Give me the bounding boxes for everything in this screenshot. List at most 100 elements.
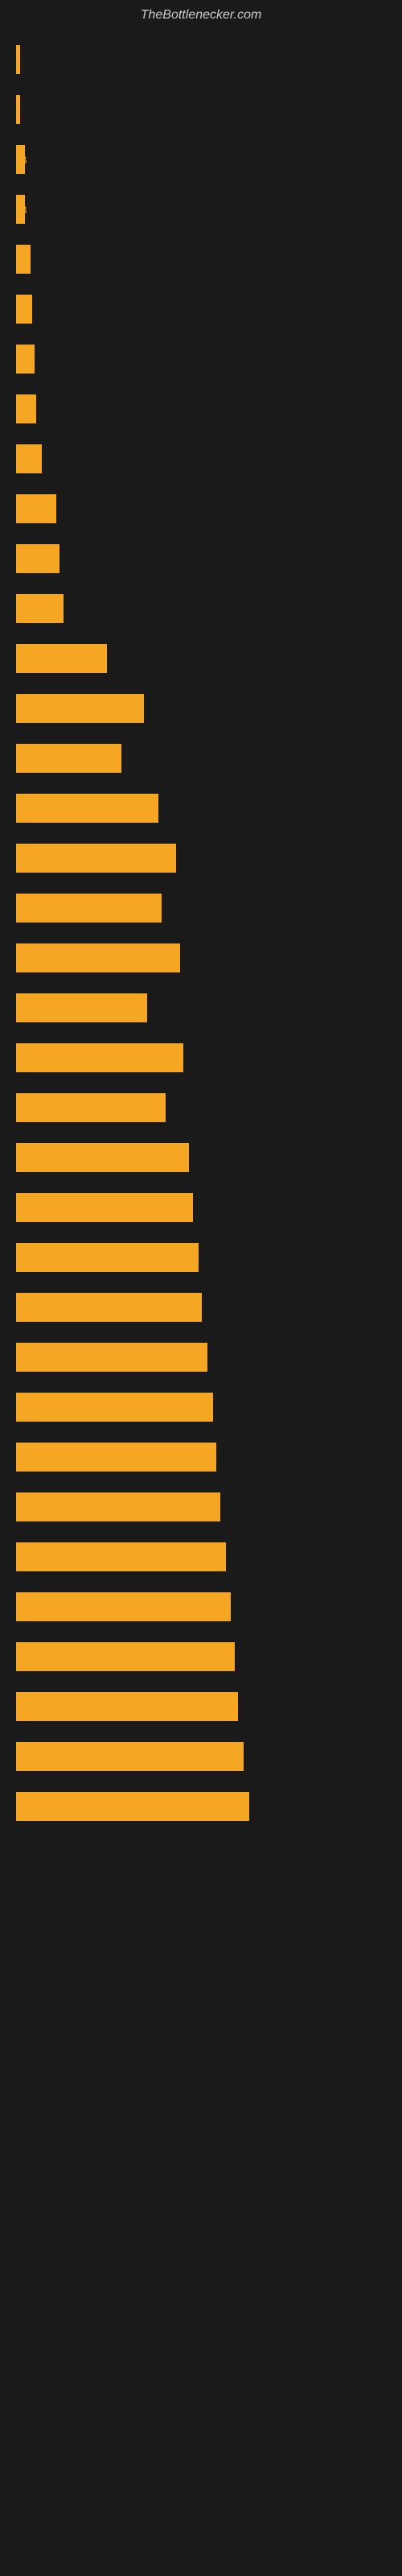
bar-label: B	[20, 154, 27, 166]
bar-label: Bottleneck resu	[20, 1102, 92, 1114]
bar-row: B	[16, 184, 386, 234]
bar-label: Bottleneck result	[20, 852, 97, 865]
bar-row: Bottleneck resu	[16, 883, 386, 933]
bar: Bottleneck	[16, 744, 121, 773]
bar-label: Bottleneck result	[20, 1352, 97, 1364]
bar: B	[16, 145, 25, 174]
bar: B	[16, 195, 25, 224]
bar-row: Bottleneck resu	[16, 783, 386, 833]
bar-row	[16, 35, 386, 85]
bar-row: Bo	[16, 434, 386, 484]
bar-row: Bottleneck result	[16, 1033, 386, 1083]
bar-row: Bottleneck resu	[16, 1083, 386, 1133]
bar-label: Bottleneck resu	[20, 902, 92, 914]
bar: Bottleneck result	[16, 1293, 202, 1322]
bar-label: Bottleneck result	[20, 1651, 97, 1663]
bar-label: Bottleneck result	[20, 952, 97, 964]
bar: B	[16, 394, 36, 423]
bar-label: Bottleneck result	[20, 1801, 97, 1813]
bar-label: Bottleneck result	[20, 1202, 97, 1214]
bar-row: Bottleneck result	[16, 1582, 386, 1632]
bar: Bo	[16, 444, 42, 473]
bar-row: Bottleneck re	[16, 683, 386, 733]
bar: Bottleneck re	[16, 993, 147, 1022]
bar	[16, 95, 20, 124]
bar: B	[16, 345, 35, 374]
bar-row: Bottleneck result	[16, 1133, 386, 1183]
bar: Bottleneck resu	[16, 894, 162, 923]
bar-row: Bottleneck result	[16, 1332, 386, 1382]
bar: Bottleneck result	[16, 1492, 220, 1521]
bar-row: Bottleneck result	[16, 1732, 386, 1781]
bar-row: Bottleneck result	[16, 1482, 386, 1532]
bar-row: Bottleneck result	[16, 833, 386, 883]
bar-label: Bottleneck result	[20, 1302, 97, 1314]
bar: Bottleneck result	[16, 1143, 189, 1172]
bar-label: Bottleneck result	[20, 1701, 97, 1713]
bar-label: Bottleneck result	[20, 1751, 97, 1763]
bar: B	[16, 295, 32, 324]
bar-label: Bott	[20, 603, 39, 615]
bar-row	[16, 85, 386, 134]
bar-label: Bott	[20, 553, 39, 565]
bar: Bottleneck result	[16, 844, 176, 873]
bar-row: Bott	[16, 534, 386, 584]
bar: Bottleneck result	[16, 1043, 183, 1072]
bar-label: Bottleneck result	[20, 1501, 97, 1513]
bar-row: Bottlenec	[16, 634, 386, 683]
bar-row: B	[16, 284, 386, 334]
bar-row: Bottleneck result	[16, 1532, 386, 1582]
bar-row: Bottleneck result	[16, 1781, 386, 1831]
bar-label: B	[20, 403, 27, 415]
bar-row: Bottleneck re	[16, 983, 386, 1033]
bar-label: Bottleneck result	[20, 1052, 97, 1064]
bar-label: B	[20, 254, 27, 266]
bar-row: Bottleneck result	[16, 1682, 386, 1732]
bar: Bottleneck result	[16, 1592, 231, 1621]
bar-label: Bottleneck result	[20, 1551, 97, 1563]
bar-label: B	[20, 204, 27, 216]
bar-row: Bottleneck result	[16, 1632, 386, 1682]
bar: Bottleneck result	[16, 1692, 238, 1721]
bar-label: Bott	[20, 503, 39, 515]
bar: Bottleneck resu	[16, 1093, 166, 1122]
bar-label: Bottleneck result	[20, 1252, 97, 1264]
bar: Bott	[16, 544, 59, 573]
bar: B	[16, 245, 31, 274]
bar-row: Bott	[16, 584, 386, 634]
bar	[16, 45, 20, 74]
bar-label: Bottleneck result	[20, 1601, 97, 1613]
bar-label: B	[20, 353, 27, 365]
bar-row: Bottleneck result	[16, 1432, 386, 1482]
bar-row: Bottleneck result	[16, 1232, 386, 1282]
bar-label: Bottleneck	[20, 753, 69, 765]
bar-label: Bottleneck resu	[20, 803, 92, 815]
bar: Bottleneck result	[16, 1792, 249, 1821]
bar-row: B	[16, 384, 386, 434]
bar-row: Bottleneck result	[16, 1382, 386, 1432]
bar-label: Bottleneck result	[20, 1451, 97, 1463]
bar-row: B	[16, 334, 386, 384]
bar: Bottleneck result	[16, 1443, 216, 1472]
bar-label: Bottleneck result	[20, 1152, 97, 1164]
bar-row: Bottleneck result	[16, 933, 386, 983]
bar-row: Bottleneck	[16, 733, 386, 783]
bar: Bottleneck result	[16, 1343, 207, 1372]
bar: Bottleneck result	[16, 1742, 244, 1771]
bar: Bottlenec	[16, 644, 107, 673]
bar: Bott	[16, 494, 56, 523]
bar-label: Bo	[20, 453, 33, 465]
bar-row: Bott	[16, 484, 386, 534]
bar-label: Bottleneck re	[20, 1002, 81, 1014]
bar-label: B	[20, 303, 27, 316]
chart-area: B B B B B B Bo Bott Bott Bott Bottlenec Bottleneck …	[0, 27, 402, 1839]
bar: Bottleneck result	[16, 943, 180, 972]
bar-label: Bottleneck result	[20, 1402, 97, 1414]
bar: Bottleneck result	[16, 1642, 235, 1671]
bar: Bottleneck result	[16, 1393, 213, 1422]
bar-label: Bottleneck re	[20, 703, 81, 715]
bar: Bott	[16, 594, 64, 623]
bar: Bottleneck re	[16, 694, 144, 723]
bar: Bottleneck result	[16, 1542, 226, 1571]
bar-row: B	[16, 134, 386, 184]
